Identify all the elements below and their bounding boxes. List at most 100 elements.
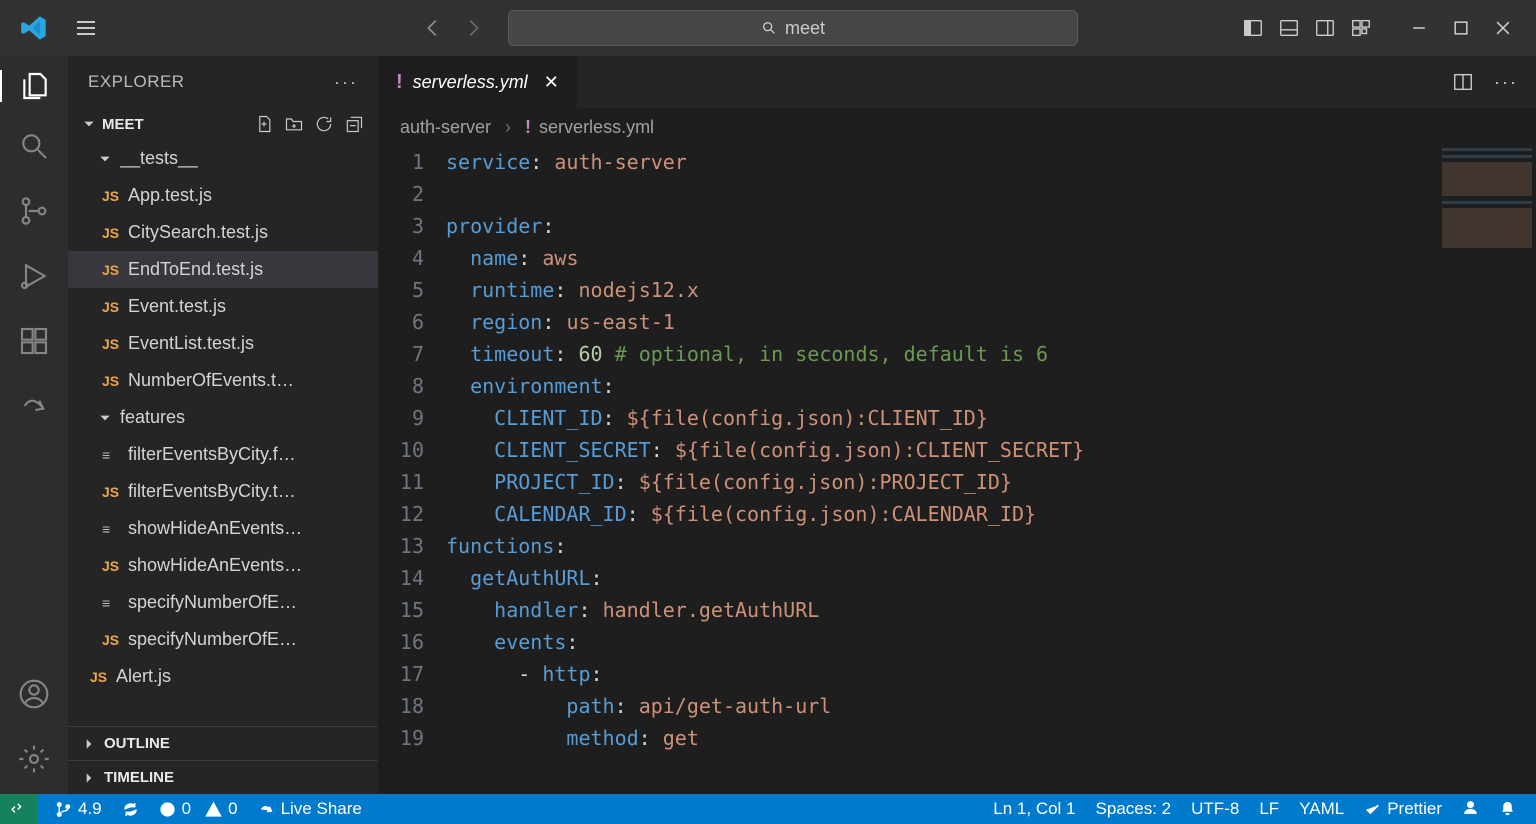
- file-item[interactable]: ≡specifyNumberOfE…: [68, 584, 378, 621]
- refresh-icon[interactable]: [314, 114, 334, 134]
- project-name: MEET: [102, 116, 144, 133]
- language-mode[interactable]: YAML: [1289, 799, 1354, 819]
- git-branch[interactable]: 4.9: [45, 794, 112, 824]
- yaml-file-icon: !: [525, 117, 531, 138]
- file-item[interactable]: JSEndToEnd.test.js: [68, 251, 378, 288]
- check-icon: [1364, 801, 1381, 818]
- js-file-icon: JS: [102, 299, 128, 315]
- file-item[interactable]: ≡showHideAnEvents…: [68, 510, 378, 547]
- breadcrumb[interactable]: auth-server › ! serverless.yml: [378, 108, 1536, 146]
- activity-settings[interactable]: [18, 743, 50, 780]
- folder-features[interactable]: features: [68, 399, 378, 436]
- new-file-icon[interactable]: [254, 114, 274, 134]
- folder-tests[interactable]: __tests__: [68, 140, 378, 177]
- tab-bar: ! serverless.yml ✕ ···: [378, 56, 1536, 108]
- error-icon: [159, 801, 176, 818]
- code-content[interactable]: service: auth-server provider: name: aws…: [446, 146, 1536, 794]
- nav-back-icon[interactable]: [422, 17, 444, 39]
- prettier[interactable]: Prettier: [1354, 799, 1452, 819]
- encoding[interactable]: UTF-8: [1181, 799, 1249, 819]
- breadcrumb-file[interactable]: serverless.yml: [539, 117, 654, 138]
- eol[interactable]: LF: [1249, 799, 1289, 819]
- title-bar: meet: [0, 0, 1536, 56]
- outline-section[interactable]: OUTLINE: [68, 726, 378, 760]
- collapse-all-icon[interactable]: [344, 114, 364, 134]
- file-item[interactable]: ≡filterEventsByCity.f…: [68, 436, 378, 473]
- activity-explorer[interactable]: [0, 70, 68, 102]
- window-minimize-icon[interactable]: [1412, 21, 1426, 35]
- text-file-icon: ≡: [102, 447, 128, 463]
- js-file-icon: JS: [102, 188, 128, 204]
- js-file-icon: JS: [90, 669, 116, 685]
- tab-label: serverless.yml: [413, 72, 528, 93]
- file-item[interactable]: JSApp.test.js: [68, 177, 378, 214]
- file-item[interactable]: JSAlert.js: [68, 658, 378, 695]
- file-item[interactable]: JSEventList.test.js: [68, 325, 378, 362]
- minimap[interactable]: [1442, 148, 1532, 268]
- layout-sidebar-right-icon[interactable]: [1314, 17, 1336, 39]
- layout-panel-icon[interactable]: [1278, 17, 1300, 39]
- tab-serverless-yml[interactable]: ! serverless.yml ✕: [378, 56, 577, 108]
- activity-share[interactable]: [18, 390, 50, 427]
- file-item[interactable]: JSspecifyNumberOfE…: [68, 621, 378, 658]
- window-maximize-icon[interactable]: [1454, 21, 1468, 35]
- chevron-down-icon: [98, 411, 112, 425]
- source-control-icon: [18, 195, 50, 227]
- cursor-position[interactable]: Ln 1, Col 1: [983, 799, 1085, 819]
- chevron-right-icon: [82, 737, 96, 751]
- activity-account[interactable]: [18, 678, 50, 715]
- editor-more-icon[interactable]: ···: [1494, 72, 1518, 93]
- activity-extensions[interactable]: [18, 325, 50, 362]
- bell-icon: [1499, 799, 1516, 816]
- live-share-icon: [258, 801, 275, 818]
- text-file-icon: ≡: [102, 521, 128, 537]
- file-item[interactable]: JSCitySearch.test.js: [68, 214, 378, 251]
- breadcrumb-folder[interactable]: auth-server: [400, 117, 491, 138]
- indentation[interactable]: Spaces: 2: [1086, 799, 1182, 819]
- extensions-icon: [18, 325, 50, 357]
- problems[interactable]: 0 0: [149, 794, 248, 824]
- activity-debug[interactable]: [18, 260, 50, 297]
- explorer-header: EXPLORER ···: [68, 56, 378, 108]
- js-file-icon: JS: [102, 373, 128, 389]
- layout-customize-icon[interactable]: [1350, 17, 1372, 39]
- file-tree: __tests__ JSApp.test.js JSCitySearch.tes…: [68, 140, 378, 726]
- activity-search[interactable]: [18, 130, 50, 167]
- line-gutter: 12345678910111213141516171819: [378, 146, 446, 794]
- file-item[interactable]: JSfilterEventsByCity.t…: [68, 473, 378, 510]
- live-share[interactable]: Live Share: [248, 794, 372, 824]
- timeline-section[interactable]: TIMELINE: [68, 760, 378, 794]
- explorer-more-icon[interactable]: ···: [334, 72, 358, 93]
- notifications[interactable]: [1489, 799, 1526, 816]
- js-file-icon: JS: [102, 225, 128, 241]
- feedback[interactable]: [1452, 799, 1489, 816]
- file-item[interactable]: JSNumberOfEvents.t…: [68, 362, 378, 399]
- split-editor-icon[interactable]: [1452, 71, 1474, 93]
- file-item[interactable]: JSshowHideAnEvents…: [68, 547, 378, 584]
- activity-scm[interactable]: [18, 195, 50, 232]
- search-icon: [761, 20, 777, 36]
- sync-icon: [122, 801, 139, 818]
- new-folder-icon[interactable]: [284, 114, 304, 134]
- account-icon: [18, 678, 50, 710]
- project-section[interactable]: MEET: [68, 108, 378, 140]
- warning-icon: [205, 801, 222, 818]
- remote-icon: [10, 801, 27, 818]
- nav-forward-icon[interactable]: [462, 17, 484, 39]
- command-center-search[interactable]: meet: [508, 10, 1078, 46]
- window-close-icon[interactable]: [1496, 21, 1510, 35]
- js-file-icon: JS: [102, 558, 128, 574]
- js-file-icon: JS: [102, 262, 128, 278]
- file-item[interactable]: JSEvent.test.js: [68, 288, 378, 325]
- chevron-right-icon: [82, 771, 96, 785]
- branch-icon: [55, 801, 72, 818]
- sync-button[interactable]: [112, 794, 149, 824]
- status-bar: 4.9 0 0 Live Share Ln 1, Col 1 Spaces: 2…: [0, 794, 1536, 824]
- code-editor[interactable]: 12345678910111213141516171819 service: a…: [378, 146, 1536, 794]
- person-icon: [1462, 799, 1479, 816]
- search-text: meet: [785, 18, 825, 39]
- close-tab-icon[interactable]: ✕: [544, 72, 559, 93]
- remote-indicator[interactable]: [0, 794, 37, 824]
- hamburger-menu-icon[interactable]: [74, 16, 98, 40]
- layout-sidebar-left-icon[interactable]: [1242, 17, 1264, 39]
